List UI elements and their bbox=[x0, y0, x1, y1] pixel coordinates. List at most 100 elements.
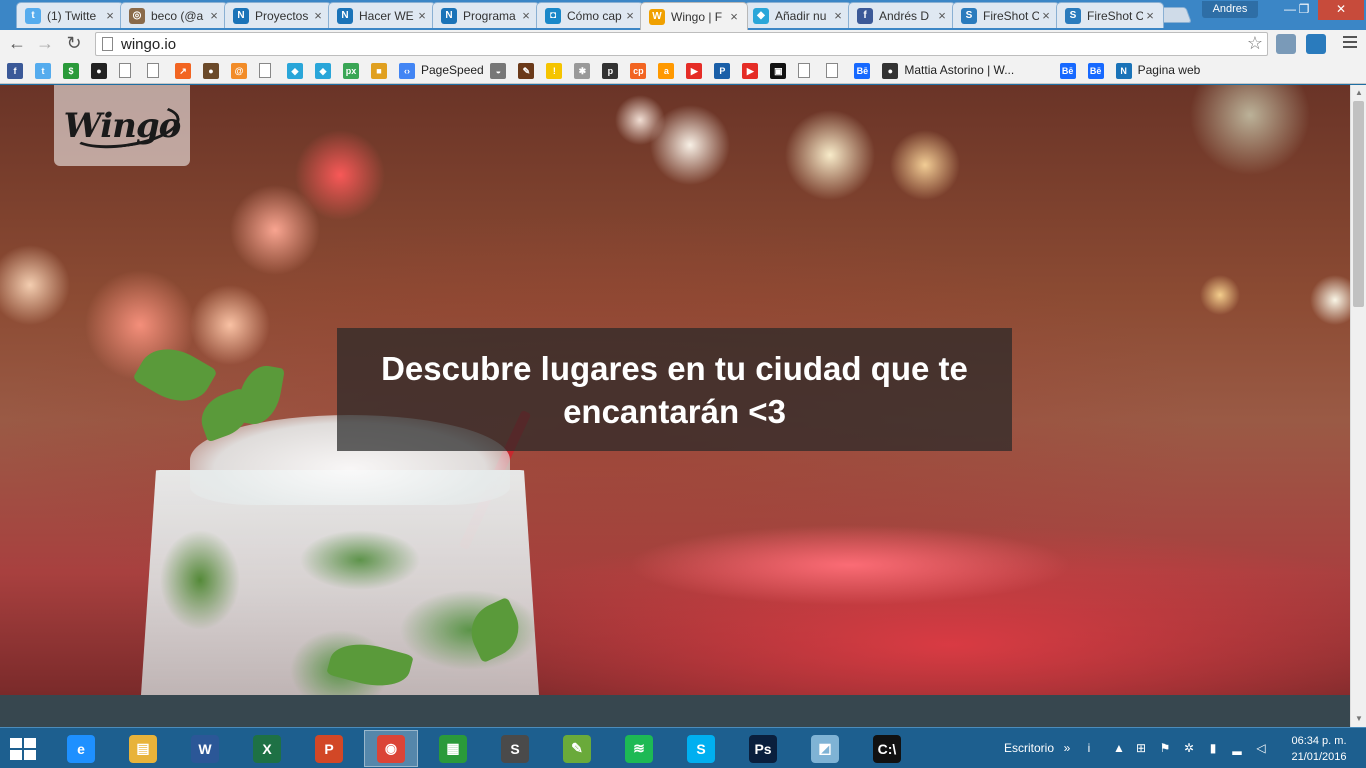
close-tab-icon[interactable]: × bbox=[207, 8, 221, 23]
close-tab-icon[interactable]: × bbox=[727, 9, 741, 24]
volume-icon[interactable]: ◁ bbox=[1254, 741, 1268, 755]
youtube-icon[interactable]: ▶ bbox=[686, 63, 703, 79]
profile-button[interactable]: Andres bbox=[1202, 1, 1258, 18]
desktop-toolbar-label[interactable]: Escritorio bbox=[1004, 741, 1054, 755]
scroll-down-arrow-icon[interactable]: ▼ bbox=[1351, 711, 1366, 727]
bookmark-star-icon[interactable]: ☆ bbox=[1247, 33, 1263, 54]
close-tab-icon[interactable]: × bbox=[831, 8, 845, 23]
close-window-button[interactable]: ✕ bbox=[1318, 0, 1364, 20]
browser-tab[interactable]: N Proyectos × bbox=[224, 2, 332, 28]
chevron-right-icon[interactable]: » bbox=[1060, 741, 1074, 755]
bowl-icon[interactable]: ◒ bbox=[490, 63, 507, 79]
scroll-up-arrow-icon[interactable]: ▲ bbox=[1351, 85, 1366, 101]
menu-icon[interactable] bbox=[1343, 36, 1357, 51]
close-tab-icon[interactable]: × bbox=[935, 8, 949, 23]
url-text[interactable]: wingo.io bbox=[121, 36, 176, 53]
at-icon[interactable]: @ bbox=[231, 63, 247, 79]
back-button[interactable]: ← bbox=[6, 33, 28, 55]
money-icon[interactable]: $ bbox=[63, 63, 79, 79]
taskbar-app[interactable]: X bbox=[240, 730, 294, 767]
close-tab-icon[interactable]: × bbox=[311, 8, 325, 23]
bookmark-label[interactable]: Pagina web bbox=[1138, 63, 1201, 77]
camera-icon[interactable] bbox=[1276, 34, 1296, 54]
settings-tray-icon[interactable]: ✲ bbox=[1182, 741, 1196, 755]
browser-tab[interactable]: W Wingo | F × bbox=[640, 2, 748, 30]
scroll-thumb[interactable] bbox=[1353, 101, 1364, 307]
taskbar-app[interactable]: ◩ bbox=[798, 730, 852, 767]
document-icon[interactable] bbox=[798, 63, 811, 78]
forward-button[interactable]: → bbox=[34, 33, 56, 55]
system-clock[interactable]: 06:34 p. m. 21/01/2016 bbox=[1284, 733, 1354, 765]
close-tab-icon[interactable]: × bbox=[623, 8, 637, 23]
close-tab-icon[interactable]: × bbox=[1143, 8, 1157, 23]
pagespeed-icon[interactable]: ‹› bbox=[399, 63, 415, 79]
browser-tab[interactable]: N Programa × bbox=[432, 2, 540, 28]
taskbar-app[interactable]: ▤ bbox=[116, 730, 170, 767]
network-icon[interactable]: ▂ bbox=[1230, 741, 1244, 755]
github-icon[interactable]: ● bbox=[91, 63, 107, 79]
invader-icon[interactable]: ▣ bbox=[770, 63, 787, 79]
windows-small-icon[interactable]: ⊞ bbox=[1134, 741, 1148, 755]
document-icon[interactable] bbox=[259, 63, 271, 78]
avatar-icon[interactable]: ● bbox=[203, 63, 219, 79]
n-icon[interactable]: N bbox=[1115, 63, 1132, 79]
document-icon[interactable] bbox=[147, 63, 159, 78]
browser-tab[interactable]: S FireShot C × bbox=[952, 2, 1060, 28]
start-button[interactable] bbox=[10, 738, 36, 760]
taskbar-app[interactable]: P bbox=[302, 730, 356, 767]
diamond-icon[interactable]: ◆ bbox=[315, 63, 331, 79]
taskbar-app[interactable]: ✎ bbox=[550, 730, 604, 767]
diamond-icon[interactable]: ◆ bbox=[287, 63, 303, 79]
close-tab-icon[interactable]: × bbox=[415, 8, 429, 23]
bee-icon[interactable]: ✱ bbox=[574, 63, 591, 79]
taskbar-app[interactable]: Ps bbox=[736, 730, 790, 767]
thermometer-icon[interactable]: ! bbox=[546, 63, 563, 79]
close-tab-icon[interactable]: × bbox=[519, 8, 533, 23]
close-tab-icon[interactable]: × bbox=[103, 8, 117, 23]
taskbar-app[interactable]: W bbox=[178, 730, 232, 767]
twitter-icon[interactable]: t bbox=[35, 63, 51, 79]
facebook-icon[interactable]: f bbox=[7, 63, 23, 79]
taskbar-app[interactable]: S bbox=[488, 730, 542, 767]
browser-tab[interactable]: t (1) Twitte × bbox=[16, 2, 124, 28]
browser-tab[interactable]: N Hacer WE × bbox=[328, 2, 436, 28]
taskbar-app[interactable]: ◉ bbox=[364, 730, 418, 767]
tray-expand-icon[interactable]: ▲ bbox=[1112, 741, 1126, 755]
browser-tab[interactable]: ◆ Añadir nu × bbox=[744, 2, 852, 28]
behance-icon[interactable]: Bē bbox=[1059, 63, 1076, 79]
taskbar-app[interactable]: ≋ bbox=[612, 730, 666, 767]
info-icon[interactable]: i bbox=[1082, 741, 1096, 755]
browser-tab[interactable]: f Andrés D × bbox=[848, 2, 956, 28]
paypal-icon[interactable]: P bbox=[714, 63, 731, 79]
px-icon[interactable]: px bbox=[343, 63, 359, 79]
behance-icon[interactable]: Bē bbox=[1087, 63, 1104, 79]
taskbar-app[interactable]: S bbox=[674, 730, 728, 767]
battery-icon[interactable]: ▮ bbox=[1206, 741, 1220, 755]
reload-button[interactable]: ↻ bbox=[63, 33, 85, 55]
page-scrollbar[interactable]: ▲ ▼ bbox=[1350, 85, 1366, 727]
fireshot-icon[interactable] bbox=[1306, 34, 1326, 54]
youtube-icon[interactable]: ▶ bbox=[742, 63, 759, 79]
cp-icon[interactable]: cp bbox=[630, 63, 647, 79]
flag-icon[interactable]: ⚑ bbox=[1158, 741, 1172, 755]
taskbar-app[interactable]: e bbox=[54, 730, 108, 767]
document-icon[interactable] bbox=[826, 63, 839, 78]
behance-icon[interactable]: Bē bbox=[854, 63, 871, 79]
site-logo[interactable]: Wingo bbox=[54, 85, 190, 166]
brush-icon[interactable]: ✎ bbox=[518, 63, 535, 79]
browser-tab[interactable]: ◎ beco (@a × bbox=[120, 2, 228, 28]
p-icon[interactable]: p bbox=[602, 63, 619, 79]
browser-tab[interactable]: S FireShot C × bbox=[1056, 2, 1164, 28]
bookmark-label[interactable]: Mattia Astorino | W... bbox=[904, 63, 1014, 77]
taskbar-app[interactable]: C:\ bbox=[860, 730, 914, 767]
document-icon[interactable] bbox=[119, 63, 131, 78]
medium-icon[interactable]: ● bbox=[882, 63, 899, 79]
taskbar-app[interactable]: ▦ bbox=[426, 730, 480, 767]
chart-icon[interactable]: ↗ bbox=[175, 63, 191, 79]
browser-tab[interactable]: ◘ Cómo cap × bbox=[536, 2, 644, 28]
address-bar[interactable]: wingo.io ☆ bbox=[95, 32, 1268, 56]
maximize-button[interactable]: ❐ bbox=[1290, 0, 1318, 20]
amazon-icon[interactable]: a bbox=[658, 63, 675, 79]
bookmark-label[interactable]: PageSpeed bbox=[421, 63, 484, 77]
windows-icon[interactable]: ■ bbox=[371, 63, 387, 79]
